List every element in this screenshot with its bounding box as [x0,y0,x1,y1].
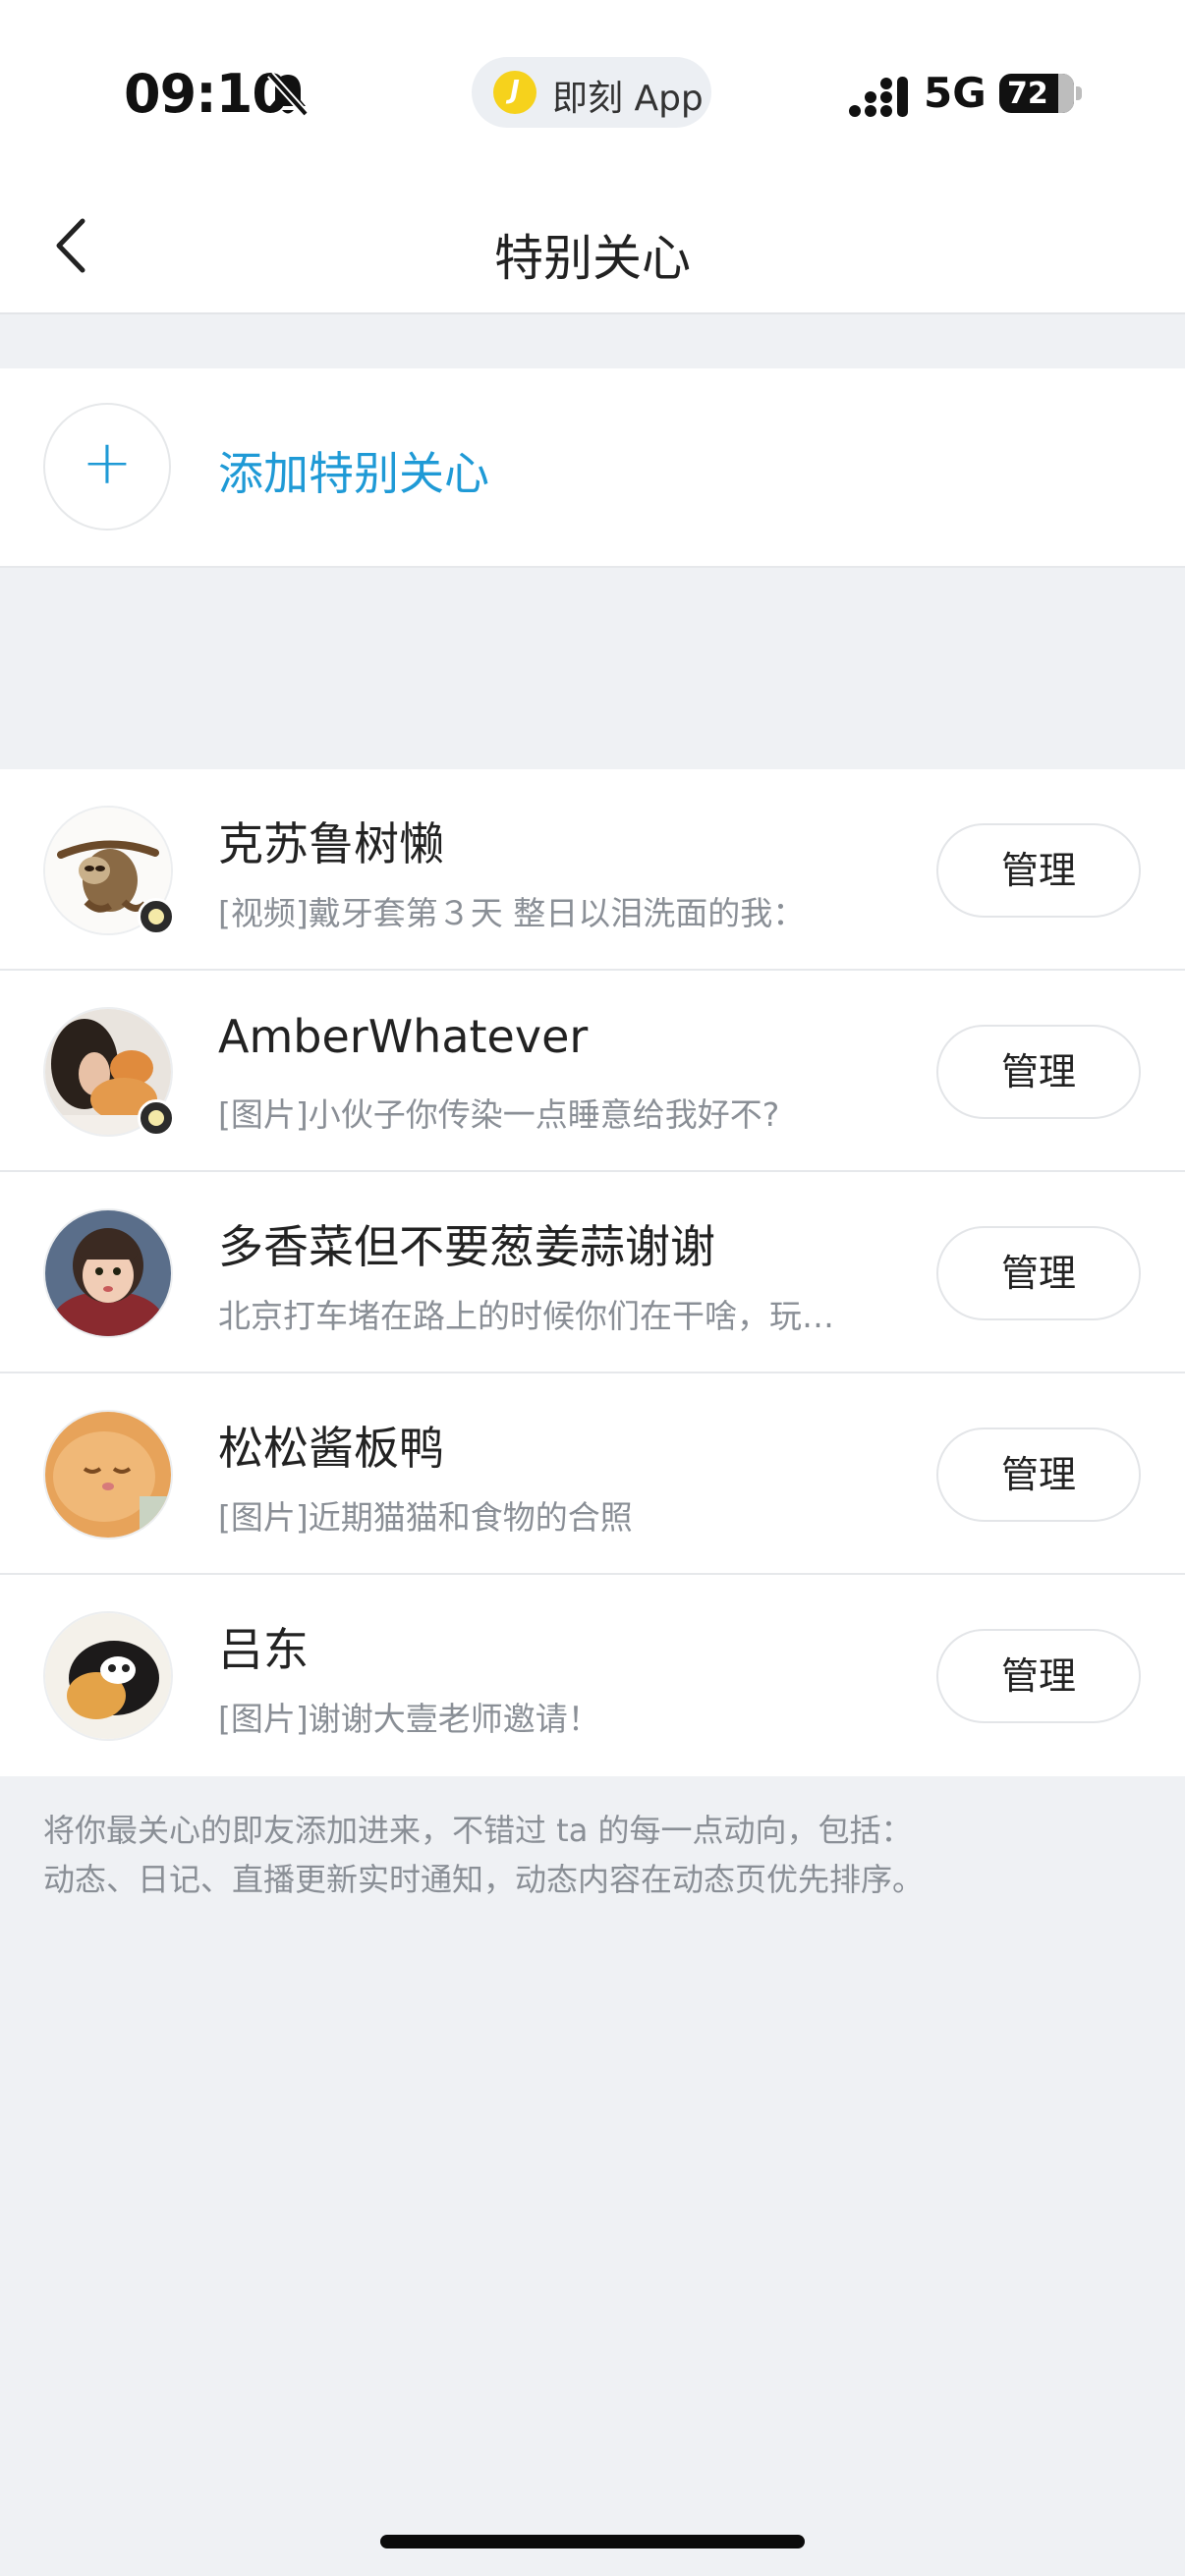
avatar [43,1410,173,1540]
footer-line-2: 动态、日记、直播更新实时通知，动态内容在动态页优先排序。 [43,1861,925,1898]
manage-button[interactable]: 管理 [936,1629,1141,1723]
special-care-list: 克苏鲁树懒 [视频]戴牙套第３天 整日以泪洗面的我： 管理 AmberWhate… [0,769,1185,1776]
page-title: 特别关心 [494,230,691,287]
latest-post: [图片]小伙子你传染一点睡意给我好不? [218,1095,780,1134]
manage-button[interactable]: 管理 [936,823,1141,918]
manage-button[interactable]: 管理 [936,1226,1141,1320]
footer-line-1: 将你最关心的即友添加进来，不错过 ta 的每一点动向，包括： [43,1812,913,1849]
latest-post: [视频]戴牙套第３天 整日以泪洗面的我： [218,894,806,932]
signal-icon [849,77,908,117]
status-bar: 09:10 J 即刻 App 5G 72 [0,0,1185,182]
user-name: 松松酱板鸭 [218,1422,444,1475]
battery-icon: 72 [999,74,1074,113]
network-type: 5G [924,69,987,117]
user-name: 克苏鲁树懒 [218,817,444,870]
jike-app-icon: J [493,71,536,114]
list-item[interactable]: 多香菜但不要葱姜蒜谢谢 北京打车堵在路上的时候你们在干啥，玩… 管理 [0,1172,1185,1373]
add-special-care-label: 添加特别关心 [218,447,489,500]
plus-icon: + [43,403,171,531]
latest-post: [图片]谢谢大壹老师邀请！ [218,1700,600,1738]
list-item[interactable]: 克苏鲁树懒 [视频]戴牙套第３天 整日以泪洗面的我： 管理 [0,769,1185,971]
avatar-badge-icon [138,898,175,935]
manage-button[interactable]: 管理 [936,1025,1141,1119]
status-time: 09:10 [124,63,289,125]
add-special-care-button[interactable]: + 添加特别关心 [0,368,1185,568]
battery-tip [1076,86,1082,100]
avatar [43,1208,173,1338]
user-name: 吕东 [218,1623,309,1676]
avatar [43,1611,173,1741]
manage-button[interactable]: 管理 [936,1428,1141,1522]
nav-bar: 特别关心 [0,182,1185,314]
app-pill[interactable]: J 即刻 App [472,57,711,128]
avatar-badge-icon [138,1099,175,1137]
footer-note: 将你最关心的即友添加进来，不错过 ta 的每一点动向，包括： 动态、日记、直播更… [43,1806,1144,1904]
list-item[interactable]: AmberWhatever [图片]小伙子你传染一点睡意给我好不? 管理 [0,971,1185,1172]
user-name: 多香菜但不要葱姜蒜谢谢 [218,1220,715,1273]
battery-level: 72 [1007,77,1048,111]
user-name: AmberWhatever [218,1010,589,1063]
bell-muted-icon [267,72,309,117]
home-indicator[interactable] [380,2535,805,2548]
latest-post: 北京打车堵在路上的时候你们在干啥，玩… [218,1297,834,1335]
app-pill-label: 即刻 App [552,79,704,119]
list-item[interactable]: 吕东 [图片]谢谢大壹老师邀请！ 管理 [0,1575,1185,1776]
list-item[interactable]: 松松酱板鸭 [图片]近期猫猫和食物的合照 管理 [0,1373,1185,1575]
latest-post: [图片]近期猫猫和食物的合照 [218,1498,633,1537]
